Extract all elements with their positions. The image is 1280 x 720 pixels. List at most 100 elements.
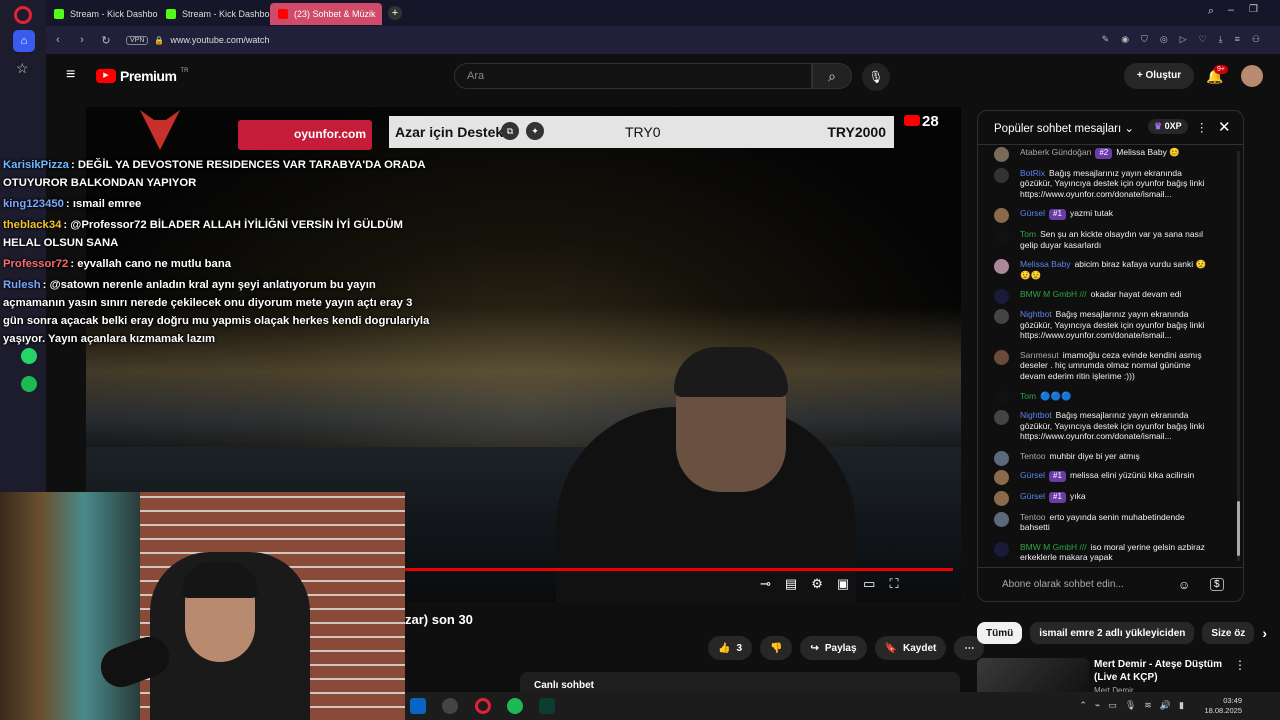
chat-more-icon[interactable]: ⋮ bbox=[1196, 120, 1208, 134]
chat-avatar[interactable] bbox=[994, 259, 1009, 275]
close-icon[interactable]: ✕ bbox=[1218, 118, 1231, 136]
sparkle-icon[interactable]: ✦ bbox=[526, 122, 544, 140]
heart-icon[interactable]: ♡ bbox=[1199, 34, 1207, 45]
outlook-icon[interactable] bbox=[410, 698, 426, 714]
spotify-taskbar-icon[interactable] bbox=[507, 698, 523, 714]
chip-uploader[interactable]: ismail emre 2 adlı yükleyiciden bbox=[1030, 622, 1195, 644]
check-icon[interactable]: ◎ bbox=[1160, 34, 1168, 45]
download-icon[interactable]: ⤓ bbox=[1219, 34, 1223, 45]
chat-author[interactable]: Gürsel bbox=[1020, 208, 1045, 218]
system-clock[interactable]: 03:49 18.08.2025 bbox=[1204, 696, 1242, 716]
chat-avatar[interactable] bbox=[994, 349, 1009, 365]
chat-author[interactable]: BMW M GmbH /// bbox=[1020, 542, 1087, 552]
chat-input[interactable]: Abone olarak sohbet edin... bbox=[990, 574, 1170, 596]
hamburger-menu-icon[interactable]: ≡ bbox=[66, 66, 75, 84]
chat-avatar[interactable] bbox=[994, 450, 1009, 466]
new-tab-button[interactable]: + bbox=[388, 6, 402, 20]
search-input[interactable]: Ara bbox=[454, 63, 812, 89]
search-button[interactable]: ⌕ bbox=[812, 63, 852, 89]
chip-all[interactable]: Tümü bbox=[977, 622, 1023, 644]
chat-avatar[interactable] bbox=[994, 541, 1009, 557]
theater-mode-icon[interactable]: ▭ bbox=[863, 576, 875, 596]
kick-taskbar-icon[interactable] bbox=[539, 698, 555, 714]
edit-icon[interactable]: ✎ bbox=[1102, 34, 1110, 45]
profile-icon[interactable]: ⚇ bbox=[1252, 34, 1260, 45]
account-avatar[interactable] bbox=[1241, 65, 1263, 87]
url-field[interactable]: www.youtube.com/watch bbox=[170, 35, 269, 45]
chat-mode-dropdown[interactable]: Popüler sohbet mesajları ⌄ bbox=[994, 121, 1134, 135]
camera-icon[interactable]: ◉ bbox=[1121, 34, 1129, 45]
shield-icon[interactable]: ⛉ bbox=[1141, 34, 1148, 45]
recommended-video-title[interactable]: Mert Demir - Ateşe Düştüm (Live At KÇP) bbox=[1094, 658, 1229, 684]
chat-author[interactable]: Tentoo bbox=[1020, 451, 1046, 461]
volume-icon[interactable]: 🔊 bbox=[1160, 700, 1171, 711]
copy-icon[interactable]: ⧉ bbox=[501, 122, 519, 140]
star-icon[interactable]: ☆ bbox=[16, 60, 29, 77]
chat-avatar[interactable] bbox=[994, 167, 1009, 183]
chat-author[interactable]: Nightbot bbox=[1020, 309, 1052, 319]
chat-author[interactable]: Tom bbox=[1020, 229, 1036, 239]
points-badge[interactable]: ♛ 0XP bbox=[1148, 119, 1188, 134]
wifi-icon[interactable]: ≋ bbox=[1144, 700, 1152, 711]
save-button[interactable]: 🔖 Kaydet bbox=[874, 636, 947, 660]
chat-avatar[interactable] bbox=[994, 410, 1009, 426]
chat-author[interactable]: Nightbot bbox=[1020, 410, 1052, 420]
chat-avatar[interactable] bbox=[994, 491, 1009, 507]
opera-logo-icon[interactable] bbox=[14, 6, 32, 24]
chip-for-you[interactable]: Size öz bbox=[1202, 622, 1255, 644]
network-icon[interactable]: ⌁ bbox=[1095, 700, 1100, 711]
dislike-button[interactable]: 👎 bbox=[760, 636, 793, 660]
fullscreen-icon[interactable]: ⛶ bbox=[889, 576, 898, 596]
spotify-icon[interactable] bbox=[21, 376, 37, 392]
opera-taskbar-icon[interactable] bbox=[475, 698, 491, 714]
video-progress-bar[interactable] bbox=[405, 568, 953, 571]
forward-icon[interactable]: › bbox=[70, 34, 94, 46]
chat-author[interactable]: BotRix bbox=[1020, 168, 1045, 178]
miniplayer-icon[interactable]: ▣ bbox=[837, 576, 849, 596]
home-icon[interactable]: ⌂ bbox=[13, 30, 35, 52]
chat-avatar[interactable] bbox=[994, 470, 1009, 486]
chat-avatar[interactable] bbox=[994, 228, 1009, 244]
chat-scrollbar[interactable] bbox=[1237, 151, 1240, 561]
chat-scrollbar-thumb[interactable] bbox=[1237, 501, 1240, 556]
mic-tray-icon[interactable]: 🎙 bbox=[1125, 700, 1136, 711]
chat-author[interactable]: Tentoo bbox=[1020, 512, 1046, 522]
chat-avatar[interactable] bbox=[994, 147, 1009, 162]
super-chat-icon[interactable]: $ bbox=[1210, 578, 1224, 591]
obs-icon[interactable] bbox=[442, 698, 458, 714]
chat-author[interactable]: BMW M GmbH /// bbox=[1020, 289, 1087, 299]
chevron-up-icon[interactable]: ⌃ bbox=[1079, 700, 1087, 711]
reload-icon[interactable]: ↻ bbox=[94, 34, 118, 47]
back-icon[interactable]: ‹ bbox=[46, 34, 70, 46]
menu-lines-icon[interactable]: ≡ bbox=[1235, 34, 1240, 45]
chat-author[interactable]: Melissa Baby bbox=[1020, 259, 1071, 269]
chat-author[interactable]: Gürsel bbox=[1020, 491, 1045, 501]
autoplay-toggle-icon[interactable]: ⊸ bbox=[760, 576, 771, 596]
share-button[interactable]: ↪ Paylaş bbox=[800, 636, 867, 660]
chat-author[interactable]: Sarımesut bbox=[1020, 350, 1059, 360]
chat-avatar[interactable] bbox=[994, 390, 1009, 406]
youtube-logo[interactable]: ▶ Premium TR bbox=[96, 68, 188, 84]
battery-icon[interactable]: ▮ bbox=[1179, 700, 1184, 711]
chat-avatar[interactable] bbox=[994, 308, 1009, 324]
voice-search-button[interactable]: 🎙 bbox=[862, 63, 890, 91]
chat-avatar[interactable] bbox=[994, 289, 1009, 305]
play-icon[interactable]: ▷ bbox=[1180, 34, 1187, 45]
chat-author[interactable]: Gürsel bbox=[1020, 470, 1045, 480]
recommended-more-icon[interactable]: ⋮ bbox=[1234, 658, 1246, 672]
tab-kick-dashboard-1[interactable]: Stream - Kick Dashboard bbox=[46, 3, 158, 25]
create-button[interactable]: + Oluştur bbox=[1124, 63, 1194, 89]
search-tabs-icon[interactable]: ⌕ bbox=[1208, 5, 1214, 18]
display-icon[interactable]: ▭ bbox=[1108, 700, 1117, 711]
chat-avatar[interactable] bbox=[994, 208, 1009, 224]
chat-author[interactable]: Tom bbox=[1020, 391, 1036, 401]
minimize-icon[interactable]: – bbox=[1228, 4, 1234, 16]
tab-kick-dashboard-2[interactable]: Stream - Kick Dashboard bbox=[158, 3, 270, 25]
vpn-badge[interactable]: VPN bbox=[126, 35, 149, 45]
settings-icon[interactable]: ⚙ bbox=[811, 576, 823, 596]
subtitles-icon[interactable]: ▤ bbox=[785, 576, 797, 596]
chevron-right-icon[interactable]: › bbox=[1262, 622, 1267, 646]
like-button[interactable]: 👍 3 bbox=[708, 636, 753, 660]
tab-youtube-sohbet[interactable]: (23) Sohbet & Müzik bbox=[270, 3, 382, 25]
emoji-icon[interactable]: ☺ bbox=[1178, 578, 1190, 592]
